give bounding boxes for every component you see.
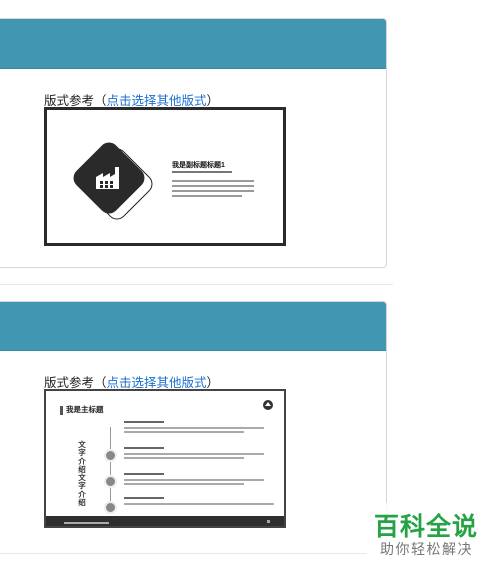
watermark: 百科全说 助你轻松解决 [368, 503, 488, 563]
paren-open: （ [94, 376, 107, 390]
choose-other-layout-link[interactable]: 点击选择其他版式 [107, 376, 207, 390]
timeline-item-title [124, 497, 164, 499]
timeline-item-line [124, 457, 244, 459]
watermark-title: 百科全说 [374, 513, 479, 541]
thumbnail-body-line [172, 180, 254, 182]
timeline-item-title [124, 421, 164, 423]
factory-icon [96, 167, 119, 189]
choose-other-layout-link[interactable]: 点击选择其他版式 [107, 94, 207, 108]
thumbnail-footer-bar [46, 516, 284, 526]
timeline-item-line [124, 503, 274, 505]
thumbnail-subtitle-placeholder [172, 171, 232, 173]
paren-close: ） [206, 94, 220, 108]
layout-thumbnail-1[interactable]: 我是副标题标题1 [44, 107, 286, 246]
timeline-item-line [124, 483, 244, 485]
timeline-line [110, 427, 111, 509]
timeline-dot [104, 449, 117, 462]
title-accent-bar [60, 406, 63, 415]
paren-close: ） [206, 376, 220, 390]
timeline-dot [104, 501, 117, 514]
layout-thumbnail-2[interactable]: 我是主标题 文字介绍文字介绍 [44, 389, 286, 528]
timeline-item-line [124, 479, 264, 481]
thumbnail-body-line [172, 185, 254, 187]
card-header-2 [0, 302, 386, 351]
thumbnail-body-line [172, 195, 242, 197]
timeline-item-line [124, 427, 264, 429]
footer-page-number [267, 520, 270, 523]
paren-open: （ [94, 94, 107, 108]
logo-icon [263, 400, 273, 410]
timeline-item-line [124, 453, 264, 455]
timeline-item-title [124, 473, 164, 475]
timeline-dot [104, 475, 117, 488]
watermark-subtitle: 助你轻松解决 [380, 541, 473, 557]
section-divider [0, 284, 393, 285]
layout-reference-label: 版式参考 [44, 94, 95, 108]
vertical-intro-text: 文字介绍文字介绍 [78, 440, 86, 508]
timeline-item-title [124, 447, 164, 449]
thumbnail-body-line [172, 190, 254, 192]
thumbnail-title: 我是主标题 [66, 405, 104, 414]
timeline-item-line [124, 431, 244, 433]
card-header-1 [0, 19, 386, 69]
footer-text-placeholder [64, 522, 109, 524]
thumbnail-title: 我是副标题标题1 [172, 162, 225, 169]
layout-reference-label: 版式参考 [44, 376, 95, 390]
section-divider [0, 553, 367, 554]
